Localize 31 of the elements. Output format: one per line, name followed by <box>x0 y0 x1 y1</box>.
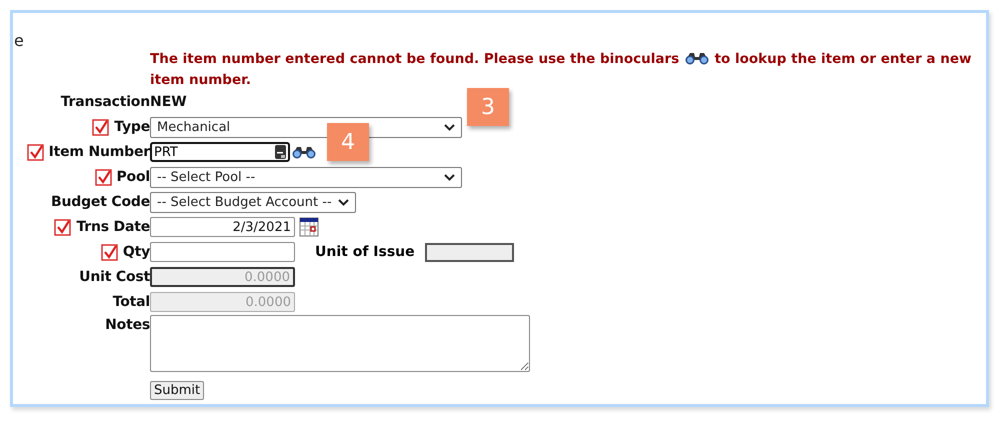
field-label: Trns Date <box>76 219 150 235</box>
field-label: Pool <box>116 169 150 185</box>
date-field[interactable]: 2/3/2021 <box>150 217 295 237</box>
select-field[interactable]: -- Select Pool -- <box>150 166 462 188</box>
item-number-field[interactable]: PRT <box>150 142 290 162</box>
heading-fragment: e <box>14 31 24 50</box>
field-label: Qty <box>122 244 150 260</box>
field-label: Unit Cost <box>79 269 150 285</box>
step-badge: 4 <box>327 123 369 161</box>
field-label: Notes <box>105 317 150 333</box>
binoculars-icon <box>684 51 710 65</box>
field-label: Transaction <box>60 94 150 110</box>
unit-of-issue-field[interactable] <box>424 242 514 262</box>
dropdown-caret-icon <box>338 198 349 206</box>
step-badge: 3 <box>467 88 509 126</box>
field-label: Item Number <box>48 144 150 160</box>
field-label: Total <box>112 294 150 310</box>
select-field[interactable]: -- Select Budget Account -- <box>150 192 356 212</box>
binoculars-lookup-icon[interactable] <box>291 145 317 159</box>
calendar-icon[interactable] <box>299 217 319 237</box>
field-label: Type <box>114 119 150 135</box>
quantity-field[interactable] <box>150 242 295 262</box>
field-label: Unit of Issue <box>315 244 415 260</box>
transaction-value: NEW <box>150 94 187 110</box>
dropdown-caret-icon <box>444 174 455 180</box>
submit-button[interactable]: Submit <box>150 381 204 400</box>
field-label: Budget Code <box>51 194 150 210</box>
notes-field[interactable] <box>150 315 530 372</box>
list-icon[interactable] <box>275 145 286 159</box>
error-message: The item number entered cannot be found. Please use the binoculars to lookup the item or enter a new item number. <box>150 50 972 90</box>
dropdown-caret-icon <box>444 124 455 130</box>
